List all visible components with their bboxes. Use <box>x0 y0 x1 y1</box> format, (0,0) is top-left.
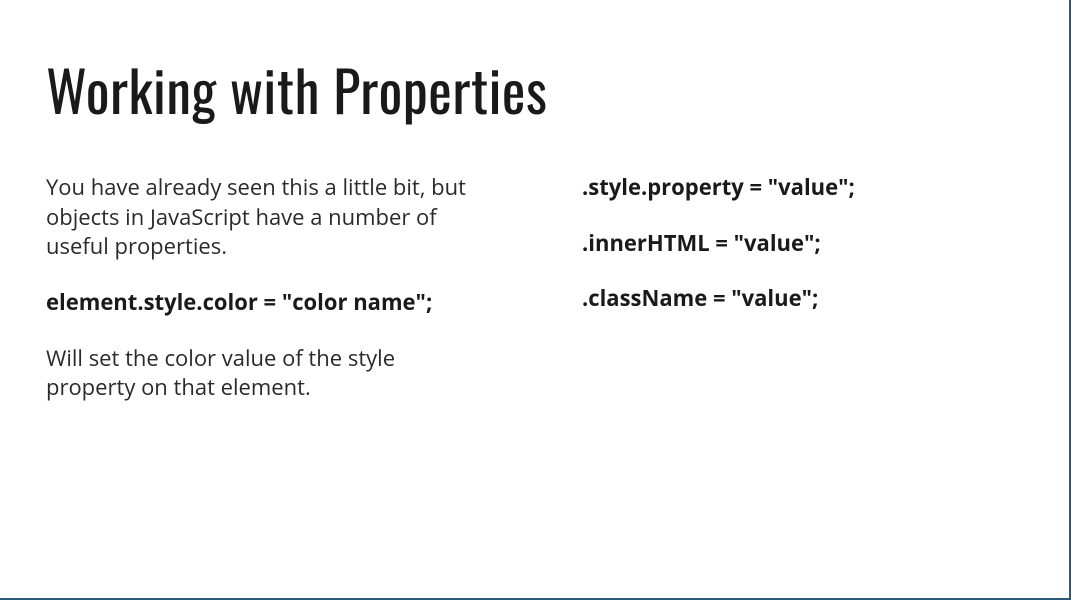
code-line-1: .style.property = "value"; <box>582 173 1023 203</box>
columns-wrapper: You have already seen this a little bit,… <box>46 173 1023 429</box>
code-example-left: element.style.color = "color name"; <box>46 288 486 318</box>
explanation-paragraph: Will set the color value of the style pr… <box>46 344 486 403</box>
slide-title: Working with Properties <box>46 48 1023 131</box>
right-column: .style.property = "value"; .innerHTML = … <box>582 173 1023 429</box>
left-column: You have already seen this a little bit,… <box>46 173 486 429</box>
code-line-3: .className = "value"; <box>582 284 1023 314</box>
intro-paragraph: You have already seen this a little bit,… <box>46 173 486 262</box>
code-line-2: .innerHTML = "value"; <box>582 229 1023 259</box>
slide-container: Working with Properties You have already… <box>0 0 1069 477</box>
